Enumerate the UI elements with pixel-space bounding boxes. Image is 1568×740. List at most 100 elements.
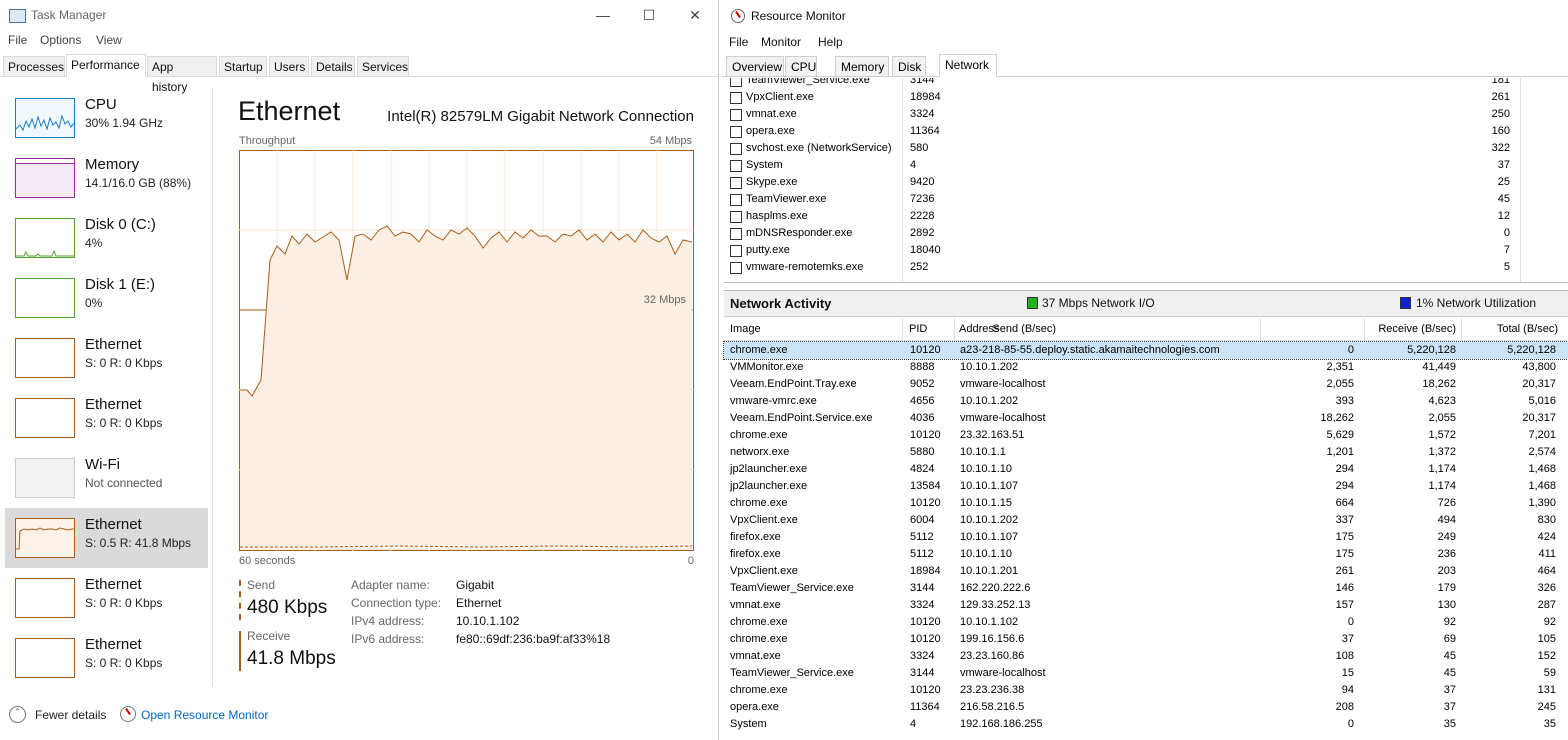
process-row[interactable]: TeamViewer_Service.exe 3144 181 (724, 78, 1568, 89)
process-row[interactable]: svchost.exe (NetworkService) 580 322 (724, 140, 1568, 157)
process-row[interactable]: mDNSResponder.exe 2892 0 (724, 225, 1568, 242)
fewer-details-link[interactable]: Fewer details (35, 708, 106, 722)
table-row[interactable]: chrome.exe 10120 23.23.236.38 94 37 131 (724, 682, 1568, 699)
sidebar-item-ethernet-4[interactable]: Ethernet S: 0 R: 0 Kbps (5, 628, 208, 688)
table-row[interactable]: VpxClient.exe 18984 10.10.1.201 261 203 464 (724, 563, 1568, 580)
tab-services[interactable]: Services (357, 56, 409, 76)
cell-address: 10.10.1.202 (960, 514, 1019, 526)
cell-receive: 92 (1443, 616, 1456, 628)
tab-performance[interactable]: Performance (66, 54, 146, 77)
process-row[interactable]: VpxClient.exe 18984 261 (724, 89, 1568, 106)
cell-receive: 18,262 (1422, 378, 1456, 390)
rm-menu-monitor[interactable]: Monitor (761, 35, 801, 49)
table-row[interactable]: System 4 192.168.186.255 0 35 35 (724, 716, 1568, 733)
rm-tab-network[interactable]: Network (939, 54, 997, 77)
col-total[interactable]: Total (B/sec) (1497, 323, 1558, 335)
network-activity-header[interactable]: Network Activity 37 Mbps Network I/O 1% … (724, 290, 1568, 317)
table-row[interactable]: chrome.exe 10120 10.10.1.102 0 92 92 (724, 614, 1568, 631)
sidebar-item-ethernet-3[interactable]: Ethernet S: 0 R: 0 Kbps (5, 568, 208, 628)
menu-options[interactable]: Options (40, 33, 81, 47)
tab-details[interactable]: Details (311, 56, 355, 76)
table-row[interactable]: firefox.exe 5112 10.10.1.107 175 249 424 (724, 529, 1568, 546)
process-checkbox[interactable] (730, 245, 742, 257)
sidebar-item-disk-0[interactable]: Disk 0 (C:) 4% (5, 208, 208, 268)
process-row[interactable]: vmware-remotemks.exe 252 5 (724, 259, 1568, 276)
cell-address: 216.58.216.5 (960, 701, 1025, 713)
process-checkbox[interactable] (730, 211, 742, 223)
table-row[interactable]: jp2launcher.exe 13584 10.10.1.107 294 1,174 1… (724, 478, 1568, 495)
table-row[interactable]: chrome.exe 10120 199.16.156.6 37 69 105 (724, 631, 1568, 648)
cell-address: 10.10.1.10 (960, 548, 1012, 560)
process-row[interactable]: opera.exe 11364 160 (724, 123, 1568, 140)
close-button[interactable]: ✕ (672, 0, 718, 30)
sidebar-item-memory[interactable]: Memory 14.1/16.0 GB (88%) (5, 148, 208, 208)
tab-startup[interactable]: Startup (219, 56, 267, 76)
process-row[interactable]: hasplms.exe 2228 12 (724, 208, 1568, 225)
rm-tab-cpu[interactable]: CPU (785, 56, 817, 76)
page-title: Ethernet (238, 96, 341, 126)
sidebar-item-cpu[interactable]: CPU 30% 1.94 GHz (5, 88, 208, 148)
tab-app-history[interactable]: App history (147, 56, 217, 94)
process-row[interactable]: System 4 37 (724, 157, 1568, 174)
table-row[interactable]: jp2launcher.exe 4824 10.10.1.10 294 1,174 1,4… (724, 461, 1568, 478)
process-checkbox[interactable] (730, 78, 742, 87)
process-checkbox[interactable] (730, 194, 742, 206)
rm-tab-overview[interactable]: Overview (726, 56, 784, 76)
table-row[interactable]: TeamViewer_Service.exe 3144 vmware-localho… (724, 665, 1568, 682)
process-value: 261 (1491, 91, 1510, 103)
sidebar-item-wifi[interactable]: Wi-Fi Not connected (5, 448, 208, 508)
rm-menu-help[interactable]: Help (818, 35, 843, 49)
table-row[interactable]: vmnat.exe 3324 129.33.252.13 157 130 287 (724, 597, 1568, 614)
sidebar-item-ethernet-2[interactable]: Ethernet S: 0 R: 0 Kbps (5, 388, 208, 448)
chevron-up-icon[interactable]: ˆ (9, 706, 26, 723)
cell-pid: 4824 (910, 463, 935, 475)
col-pid[interactable]: PID (909, 323, 927, 335)
table-row[interactable]: VpxClient.exe 6004 10.10.1.202 337 494 830 (724, 512, 1568, 529)
table-row[interactable]: networx.exe 5880 10.10.1.1 1,201 1,372 2,574 (724, 444, 1568, 461)
table-row[interactable]: opera.exe 11364 216.58.216.5 208 37 245 (724, 699, 1568, 716)
col-receive[interactable]: Receive (B/sec) (1378, 323, 1456, 335)
open-resource-monitor-link[interactable]: Open Resource Monitor (141, 708, 268, 722)
rm-tab-disk[interactable]: Disk (892, 56, 926, 76)
process-row[interactable]: TeamViewer.exe 7236 45 (724, 191, 1568, 208)
sidebar-item-sub: 30% 1.94 GHz (85, 116, 164, 130)
table-row[interactable]: TeamViewer_Service.exe 3144 162.220.222.6 1… (724, 580, 1568, 597)
process-checkbox[interactable] (730, 177, 742, 189)
maximize-button[interactable]: ☐ (626, 0, 672, 30)
process-checkbox[interactable] (730, 262, 742, 274)
process-checkbox[interactable] (730, 160, 742, 172)
table-row[interactable]: chrome.exe 10120 a23-218-85-55.deploy.stat… (723, 341, 1568, 360)
process-name: vmnat.exe (746, 108, 797, 120)
process-checkbox[interactable] (730, 92, 742, 104)
col-image[interactable]: Image (730, 323, 761, 335)
sidebar-item-ethernet-1[interactable]: Ethernet S: 0 R: 0 Kbps (5, 328, 208, 388)
menu-file[interactable]: File (8, 33, 27, 47)
process-checkbox[interactable] (730, 126, 742, 138)
table-row[interactable]: Veeam.EndPoint.Tray.exe 9052 vmware-localh… (724, 376, 1568, 393)
process-checkbox[interactable] (730, 228, 742, 240)
tab-users[interactable]: Users (269, 56, 309, 76)
menu-view[interactable]: View (96, 33, 122, 47)
table-row[interactable]: chrome.exe 10120 23.32.163.51 5,629 1,572 7,2… (724, 427, 1568, 444)
minimize-button[interactable]: — (580, 0, 626, 30)
col-send[interactable]: Send (B/sec) (992, 323, 1056, 335)
process-row[interactable]: Skype.exe 9420 25 (724, 174, 1568, 191)
process-checkbox[interactable] (730, 143, 742, 155)
tab-processes[interactable]: Processes (3, 56, 65, 76)
table-row[interactable]: chrome.exe 10120 10.10.1.15 664 726 1,390 (724, 495, 1568, 512)
sidebar-item-ethernet-selected[interactable]: Ethernet S: 0.5 R: 41.8 Mbps (5, 508, 208, 568)
graph-mid-label: 32 Mbps (643, 294, 686, 306)
table-row[interactable]: vmware-vmrc.exe 4656 10.10.1.202 393 4,623 5,… (724, 393, 1568, 410)
process-row[interactable]: putty.exe 18040 7 (724, 242, 1568, 259)
process-row[interactable]: vmnat.exe 3324 250 (724, 106, 1568, 123)
cell-total: 424 (1537, 531, 1556, 543)
process-checkbox[interactable] (730, 109, 742, 121)
table-row[interactable]: Veeam.EndPoint.Service.exe 4036 vmware-loc… (724, 410, 1568, 427)
table-row[interactable]: vmnat.exe 3324 23.23.160.86 108 45 152 (724, 648, 1568, 665)
table-row[interactable]: firefox.exe 5112 10.10.1.10 175 236 411 (724, 546, 1568, 563)
rm-menu-file[interactable]: File (729, 35, 748, 49)
rm-tab-memory[interactable]: Memory (835, 56, 889, 76)
table-row[interactable]: VMMonitor.exe 8888 10.10.1.202 2,351 41,449 4… (724, 359, 1568, 376)
process-name: System (746, 159, 783, 171)
sidebar-item-disk-1[interactable]: Disk 1 (E:) 0% (5, 268, 208, 328)
